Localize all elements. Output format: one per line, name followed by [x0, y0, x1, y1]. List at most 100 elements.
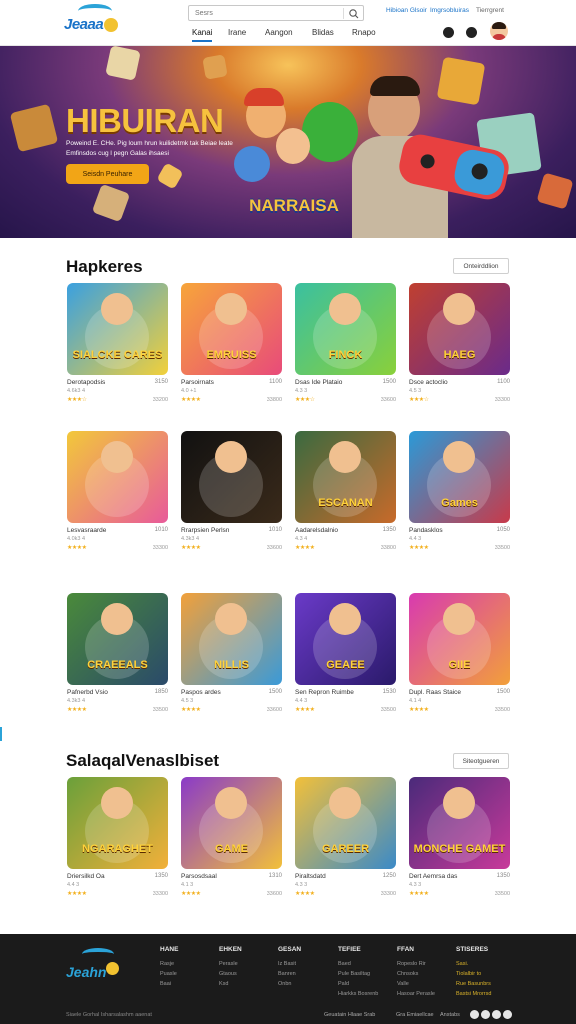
game-card[interactable]: GAME Parsosdsaal 1310 4.1 3 ★★★★ 33600	[181, 777, 282, 899]
footer-link[interactable]: Hiarkks Bosrenb	[338, 989, 398, 999]
top-link-1[interactable]: Hibioan Glsoir	[386, 7, 427, 14]
game-meta: 4.4 3	[67, 882, 80, 888]
rating-stars: ★★★★	[409, 891, 429, 897]
game-thumbnail[interactable]	[67, 431, 168, 523]
twitter-icon[interactable]	[481, 1010, 490, 1019]
footer-link[interactable]: Iz Basit	[278, 959, 338, 969]
footer-link[interactable]: Gtaous	[219, 969, 279, 979]
game-card[interactable]: Lesvasraarde 1010 4.0k3 4 ★★★★ 33300	[67, 431, 168, 553]
hero-cta-button[interactable]: Seisdn Peuhare	[66, 164, 149, 184]
search-box[interactable]	[188, 5, 364, 21]
character-head	[101, 787, 133, 819]
nav-item-2[interactable]: Irane	[228, 28, 246, 37]
facebook-icon[interactable]	[470, 1010, 479, 1019]
nav-item-1[interactable]: Kanai	[192, 28, 213, 42]
game-title: Dsas Ide Plataio	[295, 379, 343, 386]
game-thumbnail[interactable]: Games	[409, 431, 510, 523]
youtube-icon[interactable]	[503, 1010, 512, 1019]
game-title: Dupl. Raas Staice	[409, 689, 462, 696]
game-thumbnail[interactable]: GAME	[181, 777, 282, 869]
game-thumbnail[interactable]: GAREER	[295, 777, 396, 869]
section-2-more-button[interactable]: Siteotgueren	[453, 753, 509, 769]
game-card[interactable]: GIIE Dupl. Raas Staice 1500 4.1 4 ★★★★ 33500	[409, 593, 510, 715]
hero-title: HIBUIRAN	[66, 102, 224, 139]
game-thumbnail[interactable]: NGARAGHET	[67, 777, 168, 869]
footer-link[interactable]: Baai	[160, 979, 220, 989]
tv-icon[interactable]	[466, 27, 477, 38]
footer-link[interactable]: Puasle	[160, 969, 220, 979]
game-title: Derotapodsis	[67, 379, 106, 386]
rating-stars: ★★★★	[67, 707, 87, 713]
footer-bottom-link[interactable]: Anstabs	[440, 1012, 460, 1018]
play-count: 1010	[154, 527, 168, 533]
game-title: Pafnerbd Vsio	[67, 689, 108, 696]
footer-column-heading: HANE	[160, 946, 179, 953]
game-thumbnail[interactable]	[181, 431, 282, 523]
footer-link[interactable]: Perasle	[219, 959, 279, 969]
game-card[interactable]: EMRUISS Parsoirnats 1100 4.0 +1 ★★★★ 33800	[181, 283, 282, 405]
game-thumbnail[interactable]: MONCHE GAMET	[409, 777, 510, 869]
game-card[interactable]: ESCANAN Aadarelsdalnio 1350 4.3 4 ★★★★ 33800	[295, 431, 396, 553]
game-card[interactable]: Rrarpsien Perlsn 1010 4.3k3 4 ★★★★ 33600	[181, 431, 282, 553]
footer-link[interactable]: Ksd	[219, 979, 279, 989]
game-card[interactable]: Games Pandasklos 1050 4.4 3 ★★★★ 33500	[409, 431, 510, 553]
game-card[interactable]: NGARAGHET Driersilkd Oa 1350 4.4 3 ★★★★ 33300	[67, 777, 168, 899]
footer-logo[interactable]: Jeahn	[66, 944, 122, 980]
footer-link[interactable]: Baed	[338, 959, 398, 969]
footer-bottom-link[interactable]: Gra Emiaellcae	[396, 1012, 434, 1018]
game-thumbnail[interactable]: CRAEEALS	[67, 593, 168, 685]
play-count: 1500	[496, 689, 510, 695]
footer-link[interactable]: Ropeslo Rir	[397, 959, 457, 969]
footer-link[interactable]: Pald	[338, 979, 398, 989]
game-thumbnail[interactable]: GEAEE	[295, 593, 396, 685]
game-card[interactable]: MONCHE GAMET Dert Aemrsa das 1350 4.3 3 ★★★★…	[409, 777, 510, 899]
footer-link[interactable]: Onbn	[278, 979, 338, 989]
footer-link[interactable]: Valle	[397, 979, 457, 989]
game-card[interactable]: GEAEE Sen Repron Ruimbe 1530 4.4 3 ★★★★ 33500	[295, 593, 396, 715]
game-thumbnail[interactable]: SIALCKE CARES	[67, 283, 168, 375]
game-card[interactable]: HAEG Dsce actoclio 1100 4.5 3 ★★★☆ 33300	[409, 283, 510, 405]
footer-link[interactable]: Chnsoks	[397, 969, 457, 979]
dice-icon	[91, 183, 131, 223]
game-thumbnail[interactable]: NILLIS	[181, 593, 282, 685]
footer-bottom-link[interactable]: Geuatain Hlaae Srab	[324, 1012, 375, 1018]
section-1-more-button[interactable]: Onteirddlion	[453, 258, 509, 274]
search-input[interactable]	[195, 8, 335, 19]
game-card[interactable]: NILLIS Paspos ardes 1500 4.5 3 ★★★★ 33600	[181, 593, 282, 715]
play-count: 1850	[154, 689, 168, 695]
site-logo[interactable]: Jeaaa	[64, 4, 118, 38]
footer-link[interactable]: Sasi.	[456, 959, 526, 969]
top-link-2[interactable]: Imgrsobluiras	[430, 7, 469, 14]
game-meta: 4.3 3	[295, 388, 308, 394]
game-card[interactable]: CRAEEALS Pafnerbd Vsio 1850 4.3k3 4 ★★★★ 3350…	[67, 593, 168, 715]
footer-link[interactable]: Bastsi Mrorrsd	[456, 989, 526, 999]
game-thumbnail[interactable]: EMRUISS	[181, 283, 282, 375]
avatar[interactable]	[490, 22, 508, 40]
game-thumbnail[interactable]: FINCK	[295, 283, 396, 375]
character-head	[276, 128, 310, 164]
footer-link[interactable]: Hasoar Perasle	[397, 989, 457, 999]
game-thumbnail[interactable]: ESCANAN	[295, 431, 396, 523]
game-card[interactable]: SIALCKE CARES Derotapodsis 3150 4.6k3 4 ★★★☆…	[67, 283, 168, 405]
nav-item-4[interactable]: Blidas	[312, 28, 334, 37]
footer-link[interactable]: Tiolalbir to	[456, 969, 526, 979]
character-head	[101, 293, 133, 325]
game-thumbnail[interactable]: HAEG	[409, 283, 510, 375]
game-card[interactable]: FINCK Dsas Ide Plataio 1500 4.3 3 ★★★☆ 33600	[295, 283, 396, 405]
game-price: 33500	[494, 707, 510, 713]
game-meta: 4.5 3	[409, 388, 422, 394]
footer-link[interactable]: Rasje	[160, 959, 220, 969]
game-meta: 4.4 3	[409, 536, 422, 542]
top-link-3[interactable]: Tierrgrent	[476, 7, 504, 14]
nav-item-5[interactable]: Rnapo	[352, 28, 376, 37]
footer-link[interactable]: Pule Basiltag	[338, 969, 398, 979]
footer-link[interactable]: Rue Basunbrs	[456, 979, 526, 989]
game-thumbnail[interactable]: GIIE	[409, 593, 510, 685]
nav-item-3[interactable]: Aangon	[265, 28, 293, 37]
instagram-icon[interactable]	[492, 1010, 501, 1019]
play-icon[interactable]	[443, 27, 454, 38]
footer-link[interactable]: Banren	[278, 969, 338, 979]
game-title: Dsce actoclio	[409, 379, 448, 386]
search-icon[interactable]	[347, 7, 361, 20]
game-card[interactable]: GAREER Piraltsdatd 1250 4.3 3 ★★★★ 33300	[295, 777, 396, 899]
